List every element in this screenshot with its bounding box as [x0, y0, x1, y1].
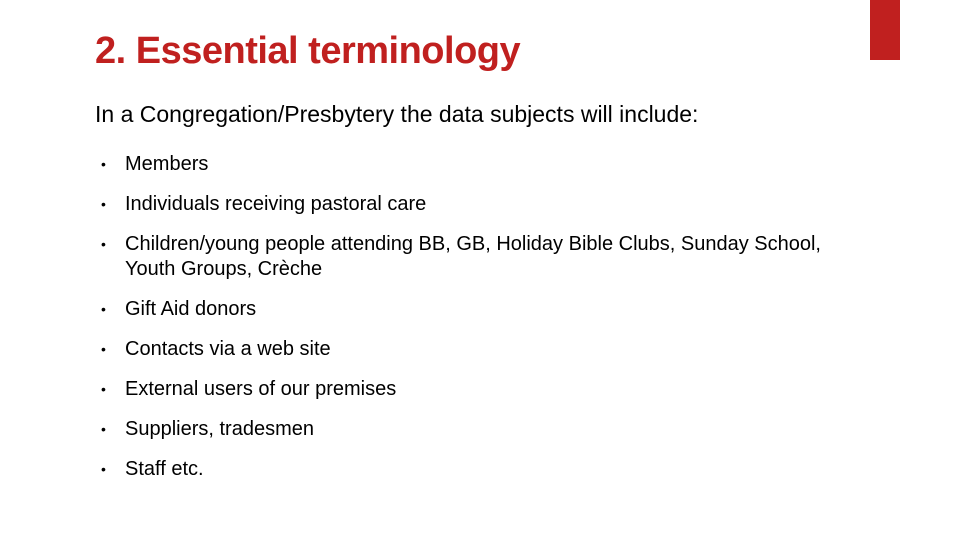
bullet-icon: •	[101, 457, 109, 481]
accent-decoration	[870, 0, 900, 60]
bullet-icon: •	[101, 417, 109, 441]
bullet-icon: •	[101, 192, 109, 216]
list-item: • Staff etc.	[101, 457, 960, 482]
list-item: • Suppliers, tradesmen	[101, 417, 960, 442]
bullet-icon: •	[101, 297, 109, 321]
bullet-text: Members	[125, 152, 208, 177]
list-item: • Gift Aid donors	[101, 297, 960, 322]
list-item: • Members	[101, 152, 960, 177]
bullet-icon: •	[101, 152, 109, 176]
list-item: • External users of our premises	[101, 377, 960, 402]
bullet-text: Individuals receiving pastoral care	[125, 192, 426, 217]
bullet-list: • Members • Individuals receiving pastor…	[95, 152, 960, 482]
list-item: • Contacts via a web site	[101, 337, 960, 362]
bullet-text: Gift Aid donors	[125, 297, 256, 322]
list-item: • Individuals receiving pastoral care	[101, 192, 960, 217]
slide-title: 2. Essential terminology	[95, 30, 960, 73]
bullet-text: External users of our premises	[125, 377, 396, 402]
bullet-text: Contacts via a web site	[125, 337, 331, 362]
slide-content: 2. Essential terminology In a Congregati…	[0, 0, 960, 540]
bullet-icon: •	[101, 377, 109, 401]
list-item: • Children/young people attending BB, GB…	[101, 232, 960, 282]
slide-subtitle: In a Congregation/Presbytery the data su…	[95, 101, 960, 128]
bullet-text: Staff etc.	[125, 457, 204, 482]
bullet-text: Children/young people attending BB, GB, …	[125, 232, 825, 282]
bullet-text: Suppliers, tradesmen	[125, 417, 314, 442]
bullet-icon: •	[101, 337, 109, 361]
bullet-icon: •	[101, 232, 109, 256]
